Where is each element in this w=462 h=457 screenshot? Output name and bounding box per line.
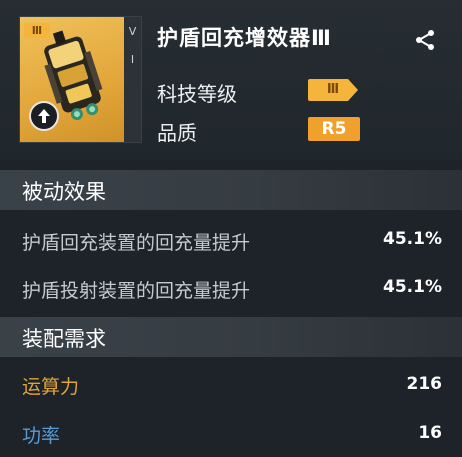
quality-badge: R5 xyxy=(308,117,360,141)
passive-row-label: 护盾回充装置的回充量提升 xyxy=(22,232,251,254)
item-header: Ⅲ V I 护盾回充增效器Ⅲ 科技等级 Ⅲ 品质 R5 xyxy=(0,0,462,160)
item-icon-frame[interactable]: Ⅲ V I xyxy=(19,16,142,143)
item-title: 护盾回充增效器Ⅲ xyxy=(157,26,332,50)
tech-level-label: 科技等级 xyxy=(157,82,237,106)
side-mark-top: V xyxy=(128,25,137,38)
tier-badge: Ⅲ xyxy=(24,23,50,38)
passive-effects-title: 被动效果 xyxy=(22,180,106,204)
passive-row-value: 45.1% xyxy=(383,277,442,297)
requirements-header: 装配需求 xyxy=(0,317,462,357)
passive-effects-header: 被动效果 xyxy=(0,170,462,210)
compute-label: 运算力 xyxy=(22,376,80,398)
item-art: Ⅲ xyxy=(20,17,124,142)
passive-row-value: 45.1% xyxy=(383,229,442,249)
item-side-strip: V I xyxy=(124,17,141,142)
side-mark-bottom: I xyxy=(130,53,135,66)
tech-level-value: Ⅲ xyxy=(326,82,340,97)
requirements-title: 装配需求 xyxy=(22,327,106,351)
arrow-up-circle-icon[interactable] xyxy=(29,101,59,131)
compute-value: 216 xyxy=(406,374,443,394)
passive-row: 护盾回充装置的回充量提升 45.1% xyxy=(0,218,462,264)
quality-label: 品质 xyxy=(157,121,197,145)
passive-row-label: 护盾投射装置的回充量提升 xyxy=(22,280,251,302)
passive-row: 护盾投射装置的回充量提升 45.1% xyxy=(0,266,462,312)
power-label: 功率 xyxy=(22,425,61,447)
tech-level-badge: Ⅲ xyxy=(308,79,358,101)
power-value: 16 xyxy=(418,423,442,443)
share-icon[interactable] xyxy=(412,27,438,53)
